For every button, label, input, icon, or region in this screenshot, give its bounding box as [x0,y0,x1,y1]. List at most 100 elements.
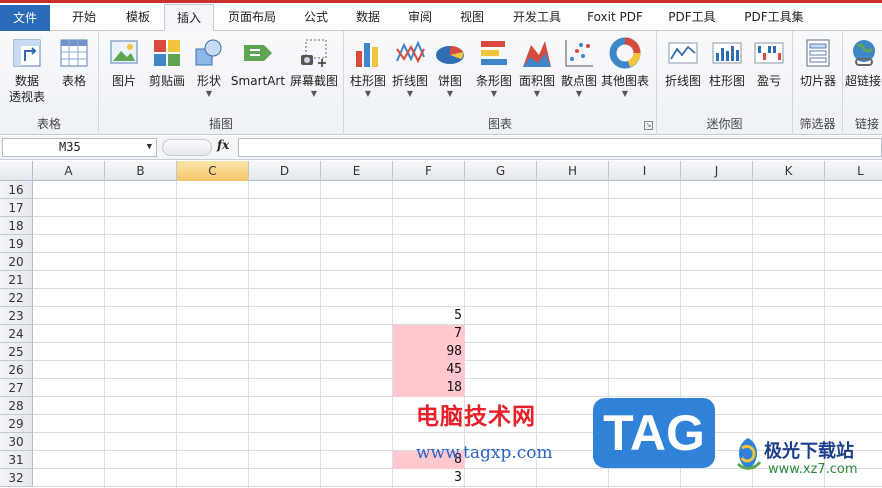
bar-chart-button[interactable]: 条形图 ▼ [472,37,516,99]
column-header-l[interactable]: L [825,161,882,181]
pivot-table-button[interactable]: 数据 透视表 [2,37,52,105]
row-header-30[interactable]: 30 [0,433,33,451]
tab-foxit-pdf[interactable]: Foxit PDF [578,4,652,31]
line-chart-button[interactable]: 折线图 ▼ [390,37,430,99]
row-header-21[interactable]: 21 [0,271,33,289]
row-header-19[interactable]: 19 [0,235,33,253]
row-header-23[interactable]: 23 [0,307,33,325]
row-header-29[interactable]: 29 [0,415,33,433]
pie-chart-caret: ▼ [446,89,454,98]
doughnut-chart-icon [609,37,641,69]
sparkline-line-button[interactable]: 折线图 [661,37,705,89]
row-header-27[interactable]: 27 [0,379,33,397]
tab-pdf-tools[interactable]: PDF工具 [656,4,728,31]
tab-data[interactable]: 数据 [342,4,394,31]
tab-insert[interactable]: 插入 [164,4,214,31]
clipart-button[interactable]: 剪贴画 [145,37,189,89]
tab-home[interactable]: 开始 [56,4,112,31]
column-chart-icon [356,43,378,67]
other-charts-caret: ▼ [621,89,629,98]
cell-f23[interactable]: 5 [393,307,465,325]
smartart-button[interactable]: SmartArt [229,37,287,89]
column-chart-caret: ▼ [364,89,372,98]
scatter-chart-caret: ▼ [575,89,583,98]
formula-bar: M35 ▼ fx [0,136,882,160]
watermark-tag-logo: TAG [593,398,715,468]
row-header-25[interactable]: 25 [0,343,33,361]
formula-bar-splitter[interactable] [162,139,212,156]
column-headers: A B C D E F G H I J K L [0,161,882,181]
column-header-k[interactable]: K [753,161,825,181]
name-box-value: M35 [59,140,81,154]
slicer-icon [806,39,830,67]
row-header-32[interactable]: 32 [0,469,33,487]
sparkline-winloss-icon [754,42,784,64]
sparkline-line-icon [668,42,698,64]
other-charts-button[interactable]: 其他图表 ▼ [600,37,650,99]
screenshot-button[interactable]: 屏幕截图 ▼ [287,37,341,99]
scatter-chart-button[interactable]: 散点图 ▼ [558,37,600,99]
column-header-j[interactable]: J [681,161,753,181]
column-header-c[interactable]: C [177,161,249,181]
cell-f25[interactable]: 98 [393,343,465,361]
tab-file[interactable]: 文件 [0,5,50,31]
picture-button[interactable]: 图片 [103,37,145,89]
row-header-16[interactable]: 16 [0,181,33,199]
row-header-24[interactable]: 24 [0,325,33,343]
pie-chart-icon [436,46,464,64]
watermark-tagxp-url: www.tagxp.com [416,443,553,463]
xz7-logo-icon [736,438,762,470]
group-charts: 柱形图 ▼ 折线图 ▼ 饼图 ▼ 条形图 ▼ 面积图 ▼ 散点图 ▼ 其他图表 … [344,31,657,135]
column-header-d[interactable]: D [249,161,321,181]
group-illustrations: 图片 剪贴画 形状 ▼ SmartArt 屏幕截图 ▼ 插图 [99,31,344,135]
row-header-28[interactable]: 28 [0,397,33,415]
tab-formulas[interactable]: 公式 [290,4,342,31]
formula-input[interactable] [238,138,882,157]
row-header-22[interactable]: 22 [0,289,33,307]
row-header-26[interactable]: 26 [0,361,33,379]
pie-chart-button[interactable]: 饼图 ▼ [430,37,470,99]
column-header-f[interactable]: F [393,161,465,181]
area-chart-icon [523,41,551,67]
tab-pdf-toolset[interactable]: PDF工具集 [732,4,816,31]
insert-function-icon[interactable]: fx [217,138,229,152]
slicer-button[interactable]: 切片器 [796,37,840,89]
charts-dialog-launcher[interactable]: ↘ [644,121,653,130]
sparkline-column-button[interactable]: 柱形图 [705,37,749,89]
shapes-button[interactable]: 形状 ▼ [189,37,229,99]
scatter-chart-icon [565,40,593,67]
hyperlink-button[interactable]: 超链接 [845,37,882,89]
cell-f31[interactable]: 3 [393,469,465,487]
column-header-a[interactable]: A [33,161,105,181]
select-all-corner[interactable] [0,161,33,181]
group-sparklines: 折线图 柱形图 盈亏 迷你图 [657,31,793,135]
column-header-b[interactable]: B [105,161,177,181]
watermark-tagxp-title: 电脑技术网 [416,404,536,430]
table-icon [60,39,88,67]
clipart-icon [154,40,180,66]
tab-review[interactable]: 审阅 [394,4,446,31]
column-header-h[interactable]: H [537,161,609,181]
tab-page-layout[interactable]: 页面布局 [216,4,288,31]
smartart-icon [244,45,272,61]
tab-developer[interactable]: 开发工具 [500,4,574,31]
row-header-17[interactable]: 17 [0,199,33,217]
screenshot-dropdown-caret: ▼ [310,89,318,98]
column-header-i[interactable]: I [609,161,681,181]
column-chart-button[interactable]: 柱形图 ▼ [346,37,390,99]
name-box-dropdown-icon[interactable]: ▼ [147,139,152,156]
table-button[interactable]: 表格 [52,37,96,89]
tab-templates[interactable]: 模板 [112,4,164,31]
area-chart-button[interactable]: 面积图 ▼ [516,37,558,99]
sparkline-winloss-button[interactable]: 盈亏 [749,37,789,89]
row-header-18[interactable]: 18 [0,217,33,235]
cell-f26[interactable]: 45 [393,361,465,379]
row-header-20[interactable]: 20 [0,253,33,271]
column-header-g[interactable]: G [465,161,537,181]
watermark-tagxp: 电脑技术网 www.tagxp.com [410,395,595,470]
cell-f24[interactable]: 7 [393,325,465,343]
name-box[interactable]: M35 ▼ [2,138,157,157]
column-header-e[interactable]: E [321,161,393,181]
tab-view[interactable]: 视图 [446,4,498,31]
row-header-31[interactable]: 31 [0,451,33,469]
